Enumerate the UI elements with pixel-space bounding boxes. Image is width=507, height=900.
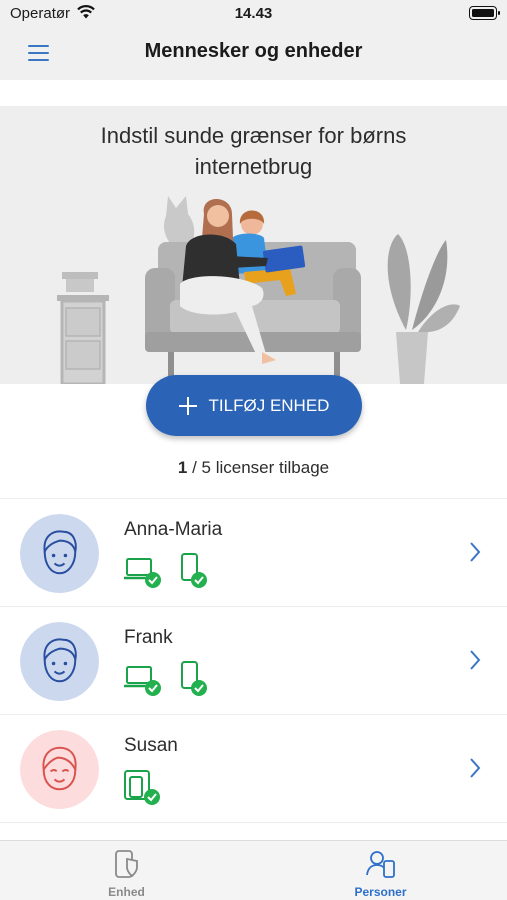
tab-enhed[interactable]: Enhed (0, 841, 253, 900)
battery-icon (469, 6, 500, 20)
device-list (123, 769, 163, 805)
add-device-label: TILFØJ ENHED (208, 395, 330, 415)
laptop-protected-icon[interactable] (123, 661, 163, 697)
people-list: Anna-Maria Frank Susan (0, 498, 507, 823)
add-device-button[interactable]: TILFØJ ENHED (146, 375, 362, 436)
tab-label: Personer (354, 885, 407, 899)
chevron-right-icon[interactable] (469, 757, 481, 779)
person-name: Anna-Maria (124, 519, 223, 540)
boy-avatar-icon (20, 514, 99, 593)
person-row-frank[interactable]: Frank (0, 607, 507, 715)
license-counter: 1 / 5 licenser tilbage (0, 458, 507, 478)
boy-avatar-icon (20, 622, 99, 701)
license-count: 1 (177, 458, 188, 477)
plus-icon (178, 396, 197, 415)
phone-protected-icon[interactable] (177, 661, 211, 697)
device-list (123, 553, 211, 589)
tab-personer[interactable]: Personer (254, 841, 507, 900)
chevron-right-icon[interactable] (469, 649, 481, 671)
status-time: 14.43 (234, 5, 273, 22)
tab-label: Enhed (108, 885, 145, 899)
person-row-anna-maria[interactable]: Anna-Maria (0, 499, 507, 607)
phone-protected-icon[interactable] (177, 553, 211, 589)
person-row-susan[interactable]: Susan (0, 715, 507, 823)
device-shield-icon (114, 850, 138, 878)
person-name: Frank (124, 627, 173, 648)
person-name: Susan (124, 735, 178, 756)
laptop-protected-icon[interactable] (123, 553, 163, 589)
page-title: Mennesker og enheder (144, 40, 363, 62)
hero-banner: Indstil sunde grænser for børns internet… (0, 106, 507, 384)
chevron-right-icon[interactable] (469, 541, 481, 563)
hero-title: Indstil sunde grænser for børns internet… (100, 123, 407, 179)
tab-bar: Enhed Personer (0, 840, 507, 900)
tablet-phone-protected-icon[interactable] (123, 769, 163, 805)
family-sofa-illustration (57, 196, 460, 384)
people-device-icon (365, 851, 395, 878)
license-label: / 5 licenser tilbage (187, 458, 330, 477)
navigation-bar: Mennesker og enheder (0, 28, 507, 80)
device-list (123, 661, 211, 697)
status-bar: Operatør 14.43 (0, 0, 507, 28)
girl-avatar-icon (20, 730, 99, 809)
